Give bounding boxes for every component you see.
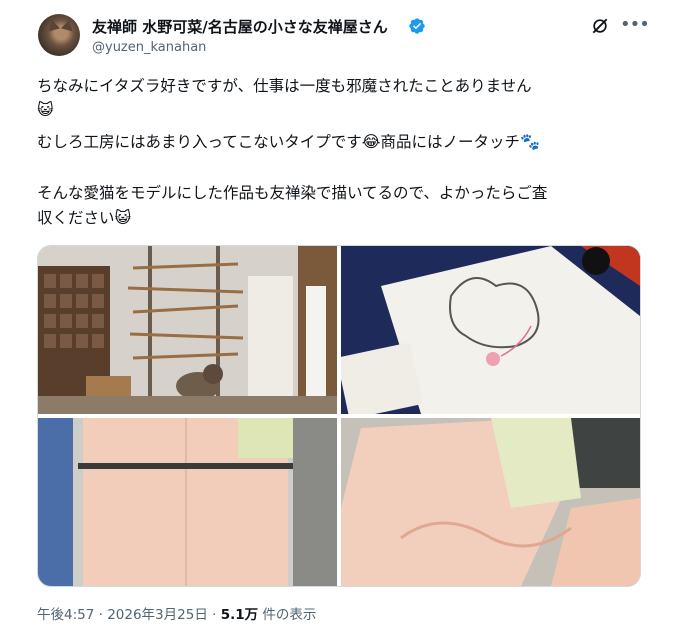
- view-count: 5.1万: [220, 607, 259, 623]
- avatar[interactable]: [38, 14, 80, 56]
- tweet-text-line: 収ください😺: [37, 208, 132, 227]
- verified-badge-icon: [409, 18, 425, 34]
- cat-emoji: 😺: [114, 208, 132, 227]
- tweet-text-line: そんな愛猫をモデルにした作品も友禅染で描いてるので、よかったらご査: [37, 184, 548, 202]
- grok-icon[interactable]: [590, 16, 610, 36]
- timestamp-time[interactable]: 午後4:57: [37, 607, 94, 623]
- tweet-text-line: むしろ工房にはあまり入ってこないタイプです😂商品にはノータッチ🐾: [37, 132, 540, 151]
- view-label: 件の表示: [258, 607, 317, 623]
- display-name[interactable]: 友禅師 水野可菜/名古屋の小さな友禅屋さん: [92, 16, 388, 37]
- media-grid: [37, 245, 641, 587]
- cat-drawing-on-fabric-photo[interactable]: [341, 246, 640, 414]
- kimono-fabric-photo[interactable]: [341, 418, 640, 586]
- pink-kimono-photo[interactable]: [38, 418, 337, 586]
- tears-of-joy-emoji: 😂: [361, 132, 381, 151]
- more-icon[interactable]: •••: [620, 14, 650, 36]
- tweet-text-line: 😺: [37, 99, 647, 121]
- tweet-text-line: ちなみにイタズラ好きですが、仕事は一度も邪魔されたことありません: [37, 77, 532, 95]
- workshop-cat-photo[interactable]: [38, 246, 337, 414]
- handle[interactable]: @yuzen_kanahan: [92, 40, 206, 55]
- tweet-meta: 午後4:57 · 2026年3月25日 · 5.1万 件の表示: [37, 607, 317, 623]
- cat-emoji: 😺: [37, 100, 54, 119]
- paw-prints-emoji: 🐾: [519, 132, 540, 151]
- tweet: 友禅師 水野可菜/名古屋の小さな友禅屋さん @yuzen_kanahan •••…: [0, 0, 680, 639]
- timestamp-date[interactable]: 2026年3月25日: [107, 607, 208, 623]
